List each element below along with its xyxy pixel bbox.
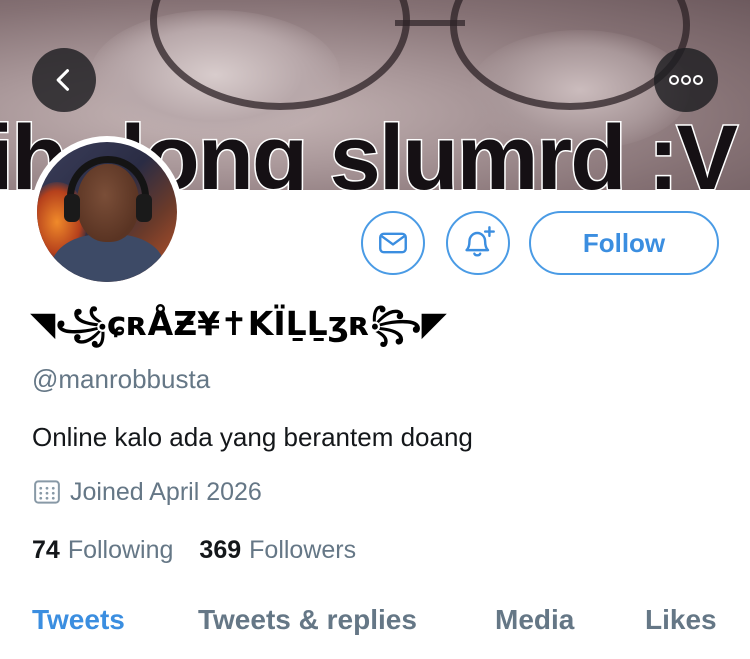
envelope-icon [379, 232, 407, 254]
followers-count: 369 [199, 536, 242, 564]
notify-button[interactable] [446, 211, 510, 275]
tab-tweets-and-replies[interactable]: Tweets & replies [198, 604, 417, 636]
more-options-button[interactable] [654, 48, 718, 112]
back-button[interactable] [32, 48, 96, 112]
more-horizontal-icon [669, 75, 703, 85]
followers-stat[interactable]: 369 Followers [199, 536, 356, 565]
banner-glasses-bridge [395, 20, 465, 26]
followers-label: Followers [249, 536, 357, 564]
tab-tweets[interactable]: Tweets [32, 604, 125, 636]
bell-plus-icon [465, 226, 495, 257]
calendar-icon [34, 480, 60, 504]
following-label: Following [67, 536, 174, 564]
message-button[interactable] [361, 211, 425, 275]
username-handle: @manrobbusta [32, 364, 211, 394]
tab-media[interactable]: Media [495, 604, 574, 636]
joined-label: Joined April 2026 [70, 477, 262, 506]
avatar-headphone-cup [64, 194, 80, 222]
avatar-photo [37, 142, 177, 282]
tab-likes[interactable]: Likes [645, 604, 717, 636]
following-stat[interactable]: 74 Following [32, 536, 173, 565]
following-count: 74 [32, 536, 60, 564]
chevron-left-icon [56, 69, 70, 91]
follow-button[interactable]: Follow [529, 211, 719, 275]
display-name: ◥꧁ɕʀÅƵ¥✝KÏḺḺʒʀ꧂◤ [30, 304, 447, 343]
avatar[interactable] [31, 136, 183, 288]
follow-stats: 74 Following 369 Followers [32, 536, 356, 565]
profile-bio: Online kalo ada yang berantem doang [32, 422, 473, 452]
joined-date: Joined April 2026 [32, 477, 262, 507]
profile-tabs: Tweets Tweets & replies Media Likes [0, 604, 750, 654]
avatar-headphone-cup [136, 194, 152, 222]
